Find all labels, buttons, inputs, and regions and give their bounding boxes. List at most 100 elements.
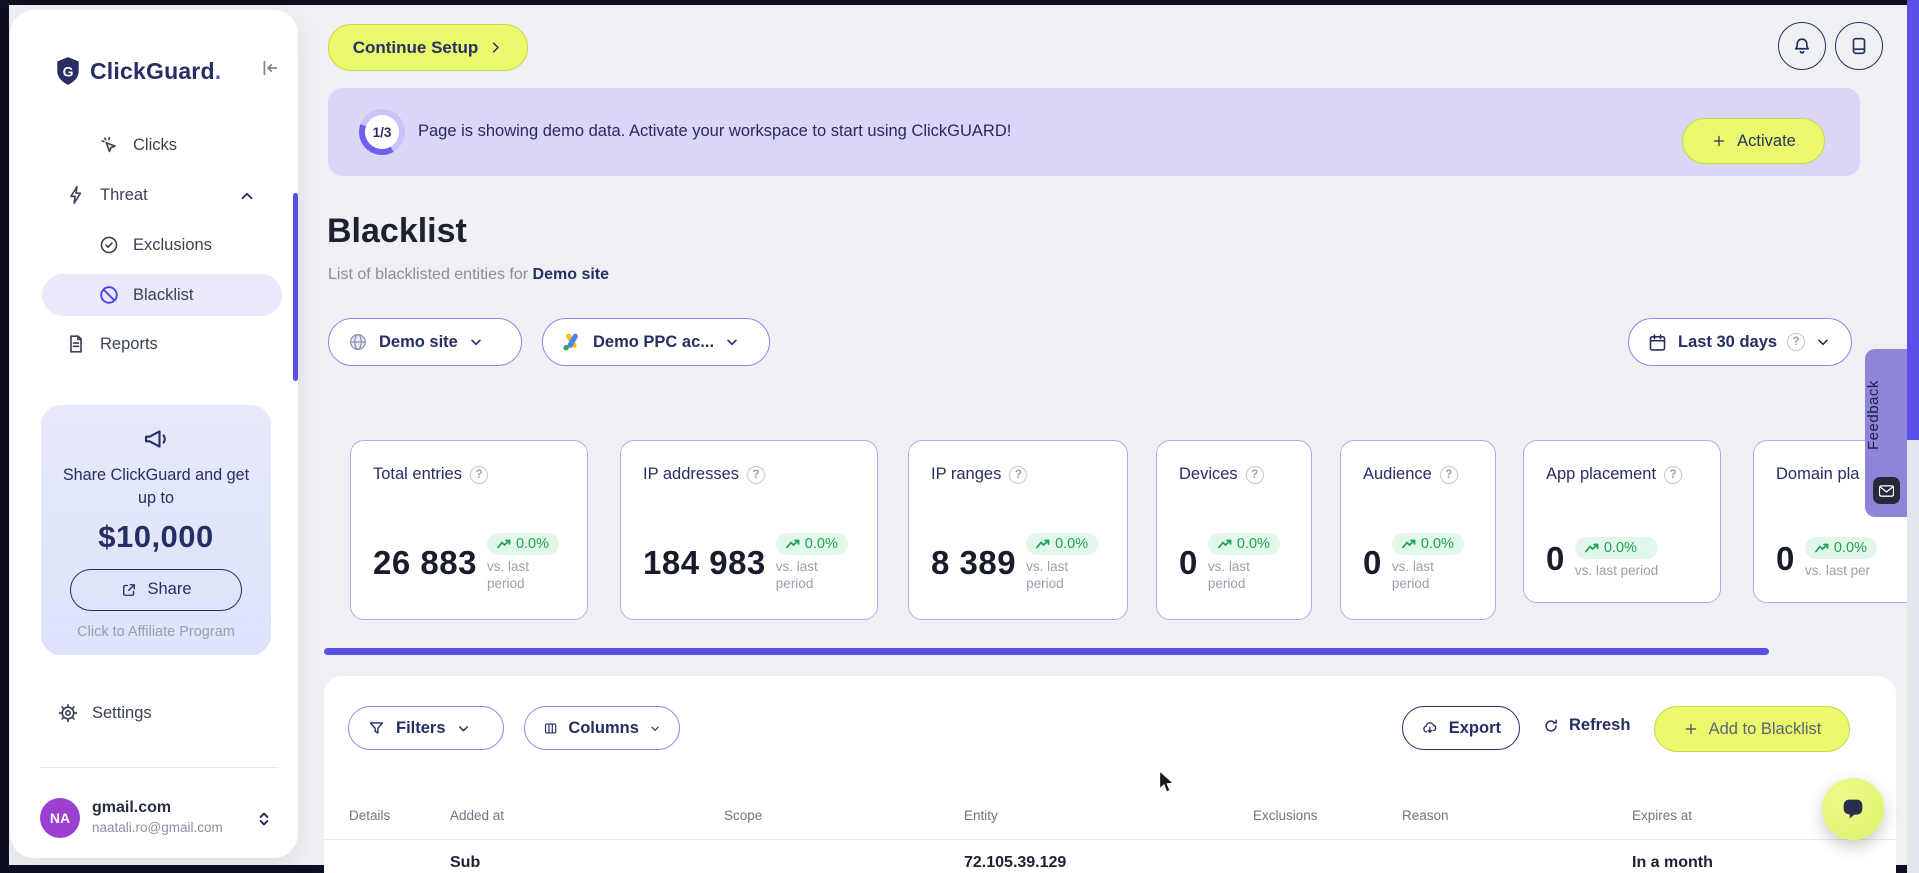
- sidebar-item-exclusions[interactable]: Exclusions: [98, 234, 212, 256]
- cursor-click-icon: [101, 137, 116, 153]
- stat-card-audience: Audience? 0 0.0% vs. last period: [1340, 440, 1496, 620]
- logo-text: ClickGuard.: [90, 57, 222, 84]
- chat-launcher-button[interactable]: [1822, 778, 1884, 840]
- notifications-button[interactable]: [1778, 22, 1826, 70]
- columns-button[interactable]: Columns: [524, 706, 680, 750]
- trend-badge: 0.0%: [1026, 532, 1099, 555]
- chat-bubble-icon: [1843, 799, 1863, 819]
- account-name: gmail.com: [92, 799, 172, 816]
- progress-step: 1/3: [365, 115, 399, 149]
- subtitle-text: List of blacklisted entities for: [328, 266, 529, 283]
- funnel-icon: [369, 721, 384, 734]
- page-title: Blacklist: [327, 212, 467, 250]
- trend-badge: 0.0%: [775, 532, 848, 555]
- add-to-blacklist-button[interactable]: Add to Blacklist: [1654, 706, 1850, 752]
- export-button[interactable]: Export: [1402, 706, 1520, 750]
- blacklist-table-section: Filters Columns Export Refresh Add to Bl…: [324, 676, 1896, 873]
- continue-setup-button[interactable]: Continue Setup: [328, 24, 528, 71]
- activate-button[interactable]: Activate: [1682, 118, 1825, 164]
- account-chevrons[interactable]: [254, 807, 274, 836]
- column-header-reason: Reason: [1402, 808, 1449, 823]
- bolt-icon: [70, 185, 82, 205]
- stat-label: Devices: [1179, 465, 1238, 483]
- subtitle-entity: Demo site: [532, 266, 610, 283]
- sidebar-item-blacklist[interactable]: Blacklist: [98, 284, 194, 306]
- stat-card-devices: Devices? 0 0.0% vs. last period: [1156, 440, 1312, 620]
- feedback-logo-icon: [1873, 477, 1900, 504]
- affiliate-link[interactable]: Click to Affiliate Program: [41, 624, 271, 640]
- account-email: naatali.ro@gmail.com: [92, 820, 223, 835]
- docs-button[interactable]: [1835, 22, 1883, 70]
- collapse-sidebar-button[interactable]: [258, 57, 280, 84]
- refresh-button[interactable]: Refresh: [1542, 716, 1630, 735]
- chevron-down-icon: [1818, 339, 1828, 346]
- column-header-exclusions: Exclusions: [1253, 808, 1318, 823]
- stat-value: 8 389: [931, 543, 1017, 581]
- trend-badge: 0.0%: [1574, 537, 1659, 560]
- stat-value: 0: [1363, 543, 1382, 581]
- stat-card-ip-ranges: IP ranges? 8 389 0.0% vs. last period: [908, 440, 1128, 620]
- cell-expires-at: In a month: [1632, 854, 1713, 871]
- cell-entity: 72.105.39.129: [964, 854, 1067, 871]
- shield-logo-icon: G: [57, 57, 79, 85]
- date-range-selector[interactable]: Last 30 days ?: [1628, 318, 1852, 366]
- sidebar-divider: [40, 767, 278, 768]
- chevron-down-icon: [727, 339, 737, 346]
- cell-added-at: Sub: [450, 854, 481, 871]
- collapse-icon: [263, 60, 278, 76]
- trend-up-icon: [1814, 544, 1829, 553]
- sidebar: G ClickGuard. Clicks Threat Exclusions B…: [10, 10, 298, 858]
- stat-label: App placement: [1546, 465, 1657, 483]
- stat-value: 0: [1776, 539, 1795, 577]
- setup-progress-ring: 1/3: [359, 109, 405, 155]
- sidebar-item-threat[interactable]: Threat: [65, 184, 148, 206]
- sidebar-item-label: Exclusions: [133, 235, 212, 254]
- add-to-blacklist-label: Add to Blacklist: [1708, 719, 1822, 738]
- sidebar-item-settings[interactable]: Settings: [57, 702, 152, 724]
- trend-up-icon: [1036, 539, 1050, 549]
- page-subtitle: List of blacklisted entities for Demo si…: [328, 266, 609, 284]
- help-icon[interactable]: ?: [469, 465, 488, 484]
- stat-period: vs. last period: [1026, 558, 1069, 592]
- cloud-download-icon: [1423, 721, 1437, 733]
- site-selector[interactable]: Demo site: [328, 318, 522, 366]
- horizontal-scrollbar-thumb[interactable]: [324, 648, 1769, 655]
- stat-period: vs. last period: [1574, 563, 1659, 579]
- help-icon[interactable]: ?: [1664, 465, 1683, 484]
- stat-label: Total entries: [373, 465, 462, 483]
- calendar-icon: [1649, 333, 1666, 351]
- feedback-tab[interactable]: Feedback: [1865, 349, 1908, 517]
- stat-period: vs. last period: [486, 558, 529, 592]
- ban-icon: [100, 286, 118, 304]
- sidebar-item-reports[interactable]: Reports: [65, 333, 158, 355]
- trend-badge: 0.0%: [486, 532, 559, 555]
- activate-label: Activate: [1737, 131, 1796, 150]
- gear-icon: [58, 703, 78, 723]
- feedback-label: Feedback: [1865, 380, 1882, 450]
- sidebar-item-label: Reports: [100, 334, 158, 353]
- book-icon: [1852, 37, 1866, 55]
- trend-up-icon: [1584, 544, 1599, 553]
- filters-button[interactable]: Filters: [348, 706, 504, 750]
- stat-period: vs. last period: [1207, 558, 1250, 592]
- help-icon[interactable]: ?: [1439, 465, 1458, 484]
- chevron-down-icon: [471, 339, 481, 346]
- sidebar-item-clicks[interactable]: Clicks: [98, 134, 177, 156]
- column-header-scope: Scope: [724, 808, 763, 823]
- google-ads-icon: [563, 333, 578, 351]
- help-icon[interactable]: ?: [1245, 465, 1264, 484]
- columns-label: Columns: [568, 718, 639, 737]
- stat-value: 0: [1546, 539, 1565, 577]
- help-icon[interactable]: ?: [1787, 333, 1806, 351]
- ppc-account-selector[interactable]: Demo PPC ac...: [542, 318, 770, 366]
- help-icon[interactable]: ?: [1009, 465, 1028, 484]
- help-icon[interactable]: ?: [747, 465, 766, 484]
- share-button[interactable]: Share: [70, 568, 242, 611]
- trend-up-icon: [497, 539, 511, 549]
- vertical-scrollbar-thumb[interactable]: [1907, 0, 1919, 440]
- sidebar-scrollbar-thumb[interactable]: [293, 193, 298, 381]
- affiliate-promo-card[interactable]: Share ClickGuard and get up to $10,000 S…: [41, 405, 271, 655]
- threat-collapse-chevron[interactable]: [238, 187, 256, 210]
- column-header-details: Details: [349, 808, 391, 823]
- window-edge-left: [0, 0, 9, 873]
